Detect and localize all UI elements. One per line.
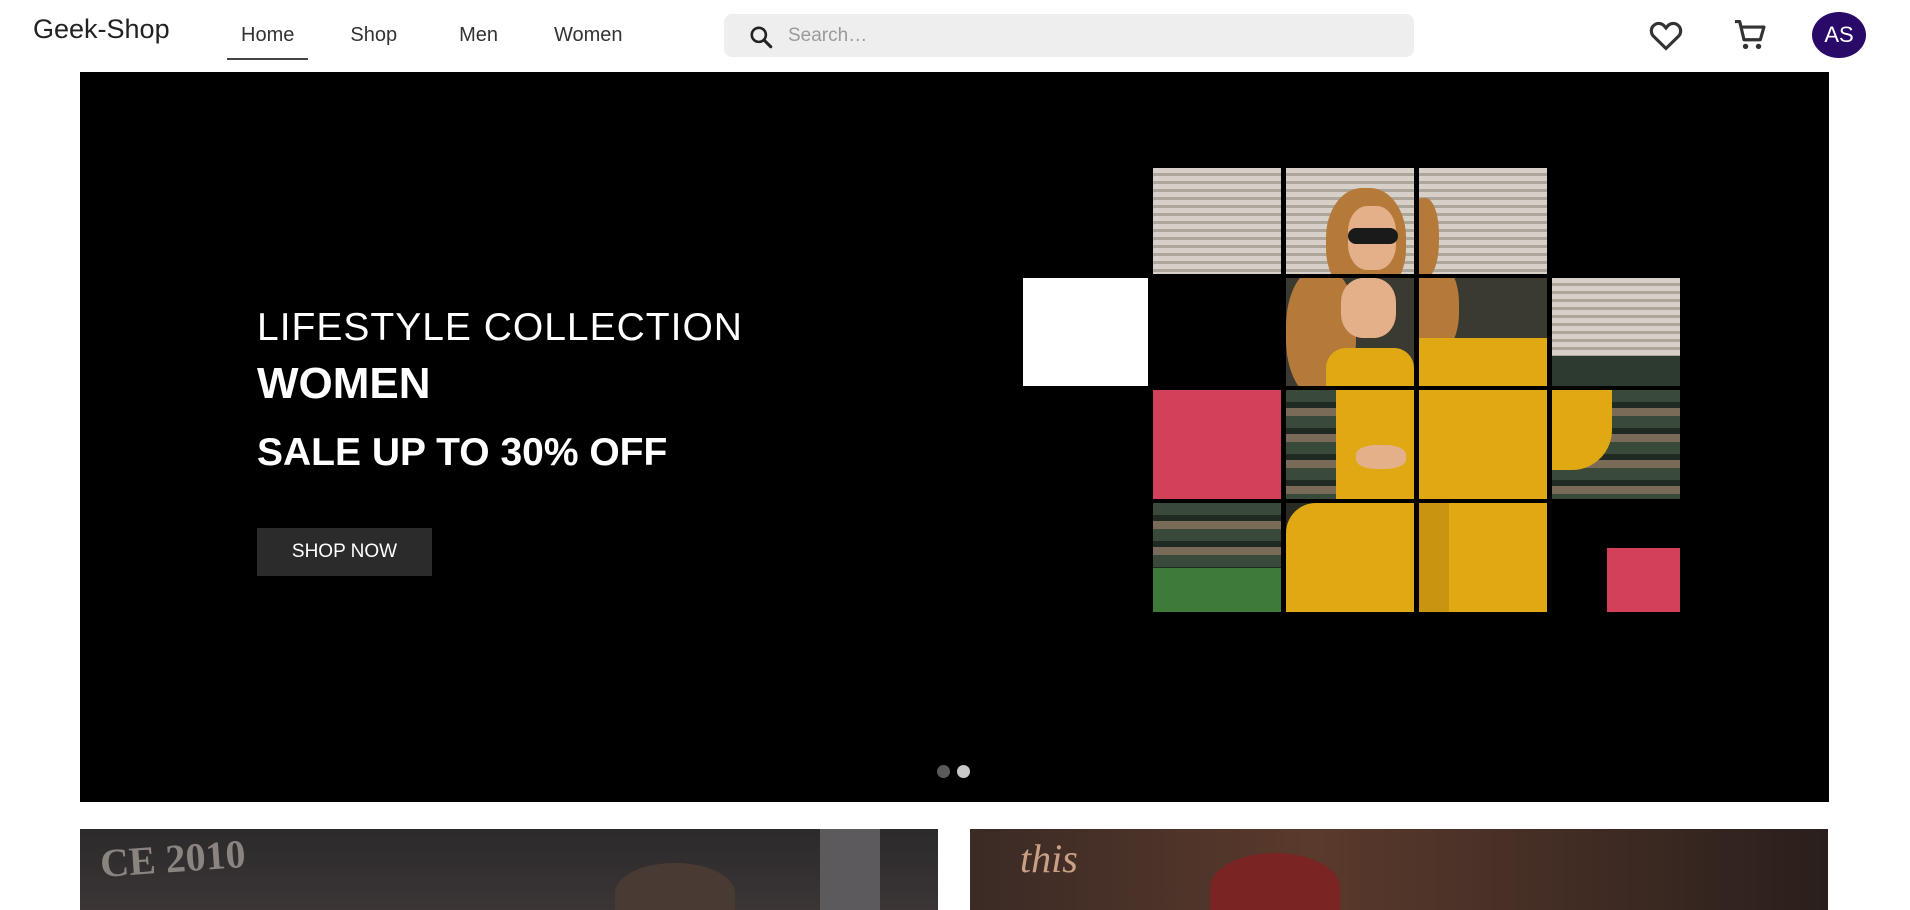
hero-subtitle: LIFESTYLE COLLECTION (257, 306, 743, 349)
carousel-dot-1[interactable] (937, 765, 950, 778)
mosaic-tile (1153, 168, 1281, 274)
mosaic-tile (1419, 278, 1547, 386)
card-decor (820, 829, 880, 910)
hero-title: WOMEN (257, 359, 431, 408)
top-navbar: Geek-Shop Home Shop Men Women AS (0, 0, 1910, 72)
mosaic-tile (1286, 168, 1414, 274)
nav-men[interactable]: Men (445, 18, 512, 60)
main-nav: Home Shop Men Women (227, 18, 665, 60)
decor-red-square (1607, 548, 1680, 612)
mosaic-tile (1419, 390, 1547, 499)
cart-icon[interactable] (1730, 16, 1770, 54)
card-figure (1210, 853, 1340, 910)
hero-sale-text: SALE UP TO 30% OFF (257, 431, 668, 474)
heart-icon[interactable] (1646, 16, 1686, 54)
mosaic-tile (1286, 278, 1414, 386)
site-logo[interactable]: Geek-Shop (33, 14, 170, 45)
search-input[interactable] (788, 14, 1388, 57)
category-card-women[interactable]: this (970, 829, 1828, 910)
mosaic-tile (1419, 168, 1547, 274)
nav-home[interactable]: Home (227, 18, 309, 60)
mosaic-tile (1153, 503, 1281, 612)
hero-text-block: LIFESTYLE COLLECTION WOMEN SALE UP TO 30… (257, 304, 743, 478)
carousel-dot-2[interactable] (957, 765, 970, 778)
category-card-men[interactable]: CE 2010 (80, 829, 938, 910)
search-bar (724, 14, 1414, 57)
mosaic-tile (1419, 503, 1547, 612)
mosaic-tile (1552, 278, 1680, 386)
decor-red-square (1153, 390, 1281, 499)
mosaic-tile (1286, 390, 1414, 499)
nav-women[interactable]: Women (540, 18, 637, 60)
card-figure (615, 863, 735, 910)
card-sign-text: CE 2010 (98, 830, 247, 887)
shop-now-button[interactable]: SHOP NOW (257, 528, 432, 576)
decor-white-square (1023, 278, 1148, 386)
hero-banner: LIFESTYLE COLLECTION WOMEN SALE UP TO 30… (80, 72, 1829, 802)
nav-shop[interactable]: Shop (336, 18, 411, 60)
search-icon[interactable] (748, 24, 774, 50)
card-neon-text: this (1020, 836, 1078, 881)
mosaic-tile (1286, 503, 1414, 612)
mosaic-tile (1552, 390, 1680, 499)
user-avatar[interactable]: AS (1812, 12, 1866, 58)
